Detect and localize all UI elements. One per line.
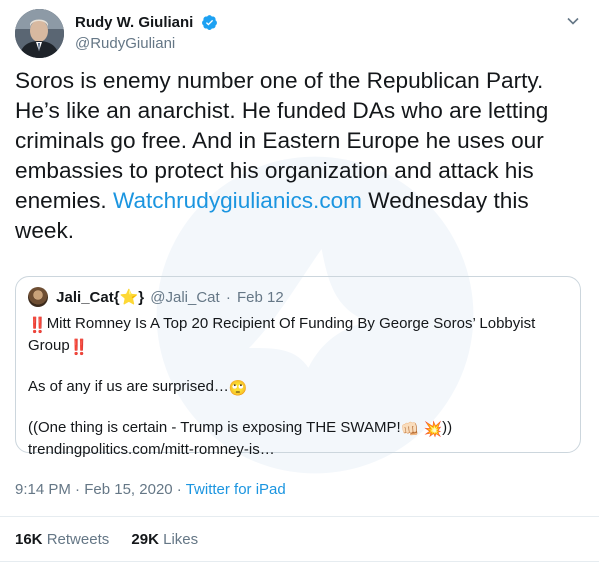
- quoted-line-3: ((One thing is certain - Trump is exposi…: [28, 419, 453, 438]
- chevron-down-icon[interactable]: [566, 14, 580, 28]
- quoted-separator: ·: [225, 288, 231, 306]
- tweet-text: Soros is enemy number one of the Republi…: [15, 66, 585, 246]
- tweet-source[interactable]: Twitter for iPad: [186, 481, 286, 498]
- collision-emoji-icon: 💥: [423, 421, 443, 438]
- fist-emoji-icon: 👊🏻: [400, 421, 420, 438]
- divider: [0, 516, 599, 517]
- likes-stat[interactable]: 29K Likes: [131, 531, 198, 548]
- tweet-stats: 16K Retweets 29K Likes: [15, 531, 216, 548]
- quoted-date: Feb 12: [237, 288, 284, 306]
- avatar-image: [15, 9, 64, 58]
- retweets-stat[interactable]: 16K Retweets: [15, 531, 109, 548]
- tweet-header: Rudy W. Giuliani @RudyGiuliani: [15, 9, 584, 59]
- double-exclamation-icon: ‼️: [69, 339, 89, 356]
- quoted-handle: @Jali_Cat: [150, 288, 220, 306]
- eye-roll-emoji-icon: 🙄: [228, 380, 248, 397]
- tweet-meta: 9:14 PM · Feb 15, 2020 · Twitter for iPa…: [15, 481, 286, 498]
- author-display-name[interactable]: Rudy W. Giuliani: [75, 14, 193, 31]
- author-names: Rudy W. Giuliani @RudyGiuliani: [75, 14, 218, 52]
- quoted-avatar: [28, 287, 48, 307]
- quoted-line-4: trendingpolitics.com/mitt-romney-is…: [28, 441, 275, 458]
- quoted-line-2: As of any if us are surprised…🙄: [28, 378, 248, 397]
- quoted-display-name: Jali_Cat{⭐}: [56, 289, 145, 306]
- quoted-tweet-header: Jali_Cat{⭐} @Jali_Cat · Feb 12: [28, 287, 284, 307]
- tweet-time[interactable]: 9:14 PM: [15, 481, 71, 498]
- quoted-tweet[interactable]: Jali_Cat{⭐} @Jali_Cat · Feb 12 ‼️Mitt Ro…: [15, 276, 581, 458]
- double-exclamation-icon: ‼️: [28, 317, 47, 334]
- verified-badge-icon: [201, 15, 217, 31]
- avatar[interactable]: [15, 9, 64, 58]
- quoted-line-1: ‼️Mitt Romney Is A Top 20 Recipient Of F…: [28, 315, 536, 356]
- author-handle[interactable]: @RudyGiuliani: [75, 35, 218, 52]
- quoted-tweet-text: ‼️Mitt Romney Is A Top 20 Recipient Of F…: [28, 314, 568, 460]
- tweet-link[interactable]: Watchrudygiulianics.com: [113, 188, 362, 213]
- tweet-date[interactable]: Feb 15, 2020: [84, 481, 172, 498]
